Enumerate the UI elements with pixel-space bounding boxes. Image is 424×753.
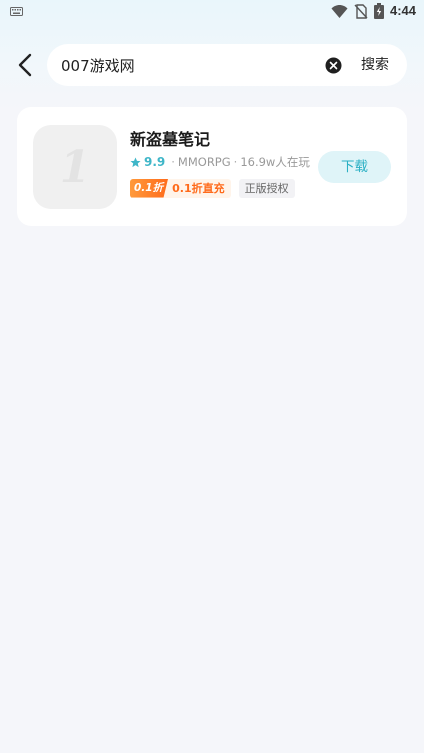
- search-input[interactable]: [61, 44, 301, 86]
- status-time: 4:44: [390, 3, 417, 18]
- separator-dot: ·: [233, 155, 238, 169]
- game-title[interactable]: 新盗墓笔记: [130, 126, 210, 150]
- license-tag: 正版授权: [238, 178, 295, 198]
- back-arrow-icon[interactable]: [14, 52, 38, 78]
- search-bar: 搜索: [47, 44, 407, 86]
- game-result-card[interactable]: 1 新盗墓笔记 9.9 · MMORPG · 16.9w人在玩 0.1折 0.1…: [17, 107, 407, 226]
- game-icon[interactable]: 1: [33, 125, 117, 209]
- clear-icon[interactable]: [325, 57, 342, 74]
- promo-text: 0.1折直充: [172, 181, 225, 195]
- game-tags: 0.1折 0.1折直充 正版授权: [130, 178, 295, 198]
- promo-tag: 0.1折 0.1折直充: [130, 178, 231, 198]
- game-players: 16.9w人在玩: [240, 155, 310, 169]
- battery-charging-icon: [374, 3, 384, 19]
- wifi-icon: [331, 5, 348, 18]
- keyboard-icon: [10, 7, 23, 16]
- game-genre: MMORPG: [177, 155, 231, 169]
- game-meta: 9.9 · MMORPG · 16.9w人在玩: [130, 154, 310, 170]
- game-icon-glyph: 1: [59, 141, 91, 193]
- promo-badge: 0.1折: [130, 178, 169, 198]
- status-bar: 4:44: [0, 0, 424, 24]
- no-sim-icon: [354, 4, 368, 19]
- star-icon: [130, 156, 141, 167]
- download-button[interactable]: 下载: [318, 151, 391, 183]
- separator-dot: ·: [171, 155, 175, 169]
- game-rating: 9.9: [144, 155, 166, 169]
- search-button[interactable]: 搜索: [361, 44, 389, 86]
